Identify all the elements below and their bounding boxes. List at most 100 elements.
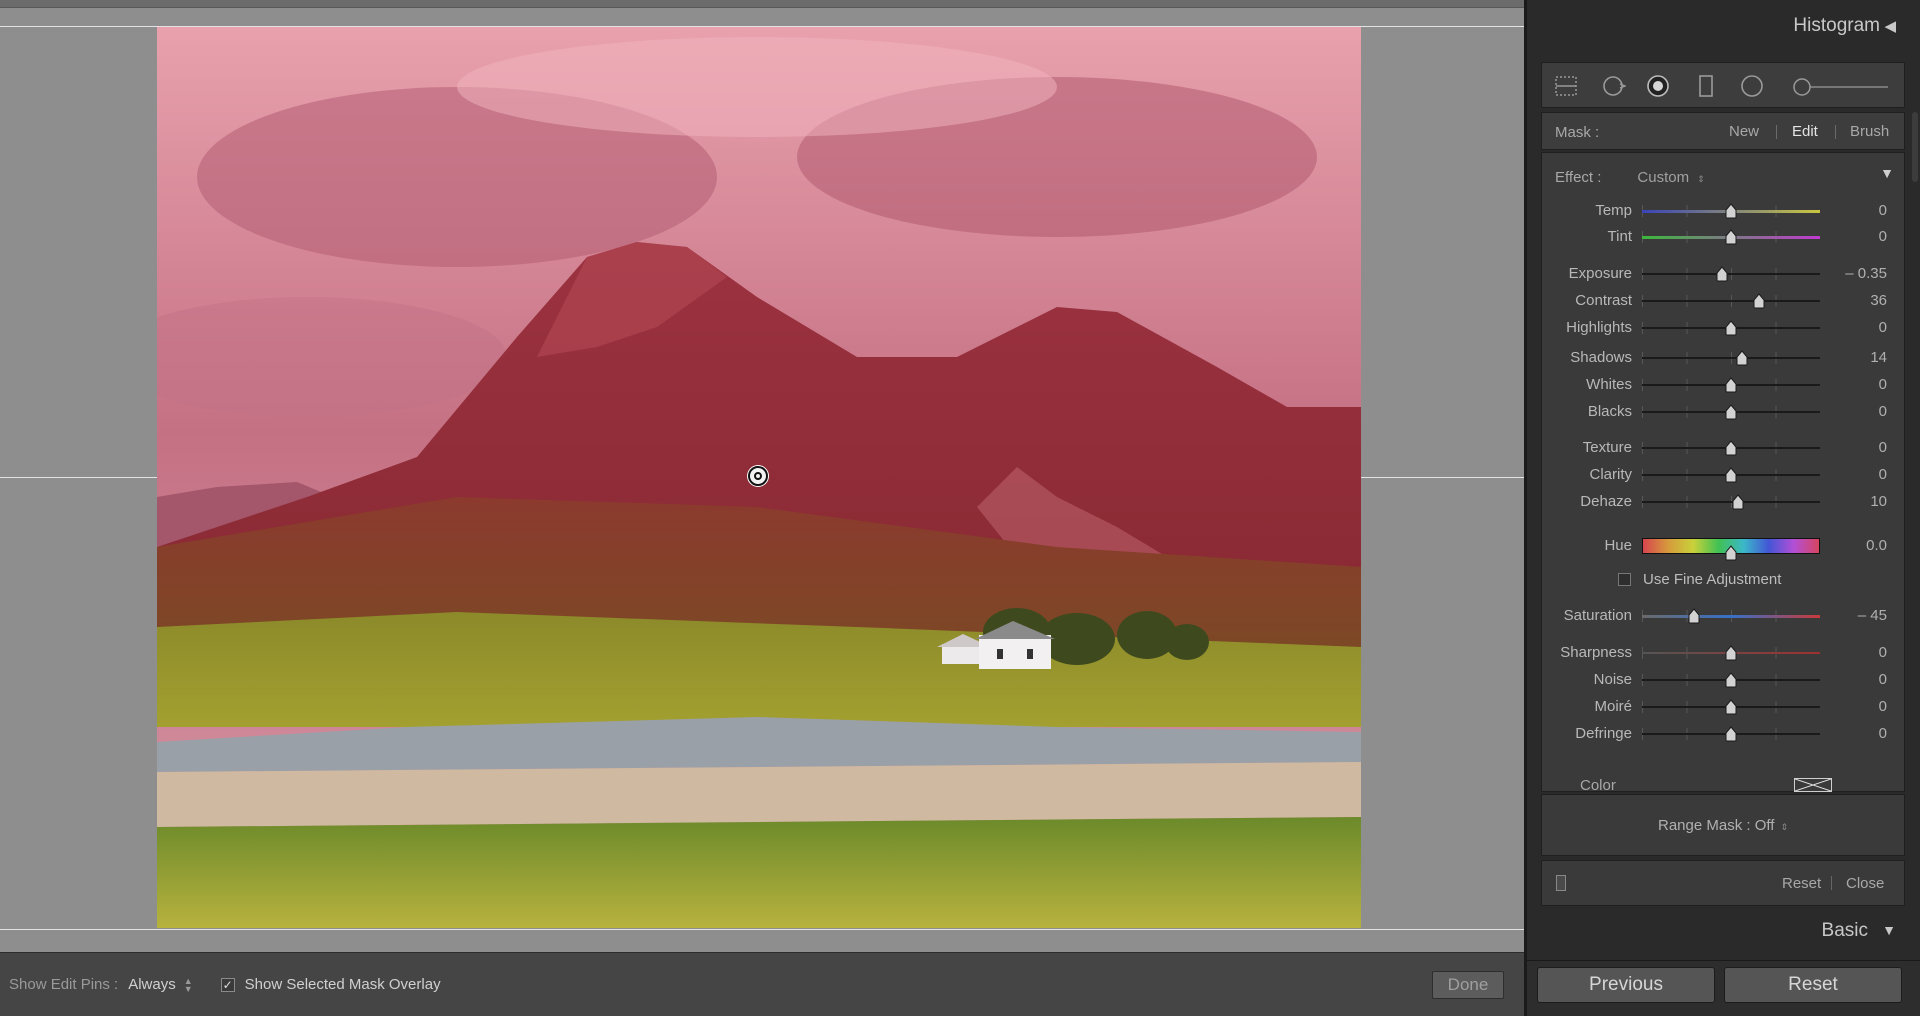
slider-label: Tint (1607, 228, 1632, 245)
panel-scrollbar[interactable] (1912, 112, 1918, 182)
slider-thumb[interactable] (1724, 404, 1738, 420)
histogram-title: Histogram (1793, 15, 1880, 36)
fine-adjustment-checkbox[interactable] (1618, 573, 1631, 586)
show-mask-overlay-label[interactable]: Show Selected Mask Overlay (245, 976, 441, 993)
image-canvas[interactable] (0, 0, 1524, 952)
updown-arrows-icon: ⇕ (1697, 174, 1705, 184)
radial-filter-icon[interactable] (1646, 74, 1670, 98)
slider-value[interactable]: 0 (1879, 228, 1887, 245)
mask-brush-button[interactable]: Brush (1850, 123, 1889, 140)
color-swatch[interactable] (1794, 778, 1832, 792)
basic-title: Basic (1821, 920, 1868, 941)
slider-value[interactable]: 0.0 (1866, 537, 1887, 554)
slider-value[interactable]: 0 (1879, 698, 1887, 715)
slider-thumb[interactable] (1724, 320, 1738, 336)
effect-collapse-icon[interactable]: ▼ (1880, 165, 1894, 181)
slider-value[interactable]: 0 (1879, 319, 1887, 336)
previous-button[interactable]: Previous (1537, 967, 1715, 1003)
slider-thumb[interactable] (1724, 672, 1738, 688)
slider-label: Dehaze (1580, 493, 1632, 510)
slider-row-contrast: Contrast 36 (1542, 290, 1904, 312)
slider-row-tint: Tint 0 (1542, 226, 1904, 248)
mask-edit-pin[interactable] (748, 466, 768, 486)
show-edit-pins-value: Always (128, 976, 176, 993)
slider-thumb[interactable] (1724, 377, 1738, 393)
effect-header[interactable]: Effect : Custom ⇕ (1555, 169, 1705, 186)
done-button[interactable]: Done (1432, 971, 1504, 999)
slider-row-sharpness: Sharpness 0 (1542, 642, 1904, 664)
slider-thumb[interactable] (1724, 203, 1738, 219)
slider-thumb[interactable] (1687, 608, 1701, 624)
effect-panel: Effect : Custom ⇕ ▼ Temp 0 Tint 0 Exposure – 0.… (1541, 152, 1905, 794)
show-edit-pins-label: Show Edit Pins : (9, 976, 119, 993)
brush-size-slider[interactable] (1792, 77, 1892, 97)
effect-preset-value[interactable]: Custom (1637, 169, 1689, 186)
slider-value[interactable]: 10 (1870, 493, 1887, 510)
slider-row-dehaze: Dehaze 10 (1542, 491, 1904, 513)
slider-thumb[interactable] (1724, 440, 1738, 456)
slider-row-blacks: Blacks 0 (1542, 401, 1904, 423)
crop-icon[interactable] (1694, 74, 1718, 98)
slider-value[interactable]: – 0.35 (1845, 265, 1887, 282)
fine-adjustment-label: Use Fine Adjustment (1643, 571, 1782, 588)
slider-thumb[interactable] (1724, 645, 1738, 661)
bottom-toolbar: Show Edit Pins : Always ▲ ▼ ✓ Show Select… (0, 952, 1524, 1016)
effect-toggle-switch[interactable] (1556, 875, 1566, 891)
histogram-header[interactable]: Histogram ◀ (1527, 0, 1920, 52)
show-edit-pins-dropdown[interactable]: Always ▲ ▼ (128, 976, 192, 993)
spot-removal-icon[interactable] (1602, 74, 1626, 98)
slider-thumb[interactable] (1724, 699, 1738, 715)
slider-value[interactable]: 36 (1870, 292, 1887, 309)
range-mask-row[interactable]: Range Mask : Off ⇕ (1541, 794, 1905, 856)
slider-thumb[interactable] (1724, 467, 1738, 483)
slider-label: Whites (1586, 376, 1632, 393)
slider-thumb[interactable] (1715, 266, 1729, 282)
slider-value[interactable]: 14 (1870, 349, 1887, 366)
reset-separator (1831, 876, 1832, 890)
slider-value[interactable]: 0 (1879, 376, 1887, 393)
red-eye-icon[interactable] (1740, 74, 1764, 98)
slider-row-clarity: Clarity 0 (1542, 464, 1904, 486)
slider-thumb[interactable] (1724, 545, 1738, 561)
slider-thumb[interactable] (1724, 229, 1738, 245)
mask-label: Mask : (1555, 124, 1600, 141)
slider-track[interactable] (1642, 300, 1820, 302)
slider-value[interactable]: 0 (1879, 439, 1887, 456)
slider-value[interactable]: 0 (1879, 671, 1887, 688)
show-mask-overlay-checkbox[interactable]: ✓ (220, 977, 235, 992)
slider-thumb[interactable] (1735, 350, 1749, 366)
graduated-filter-icon[interactable] (1554, 74, 1578, 98)
mask-new-button[interactable]: New (1729, 123, 1759, 140)
slider-track[interactable] (1642, 273, 1820, 275)
slider-track[interactable] (1642, 357, 1820, 359)
slider-value[interactable]: 0 (1879, 202, 1887, 219)
slider-value[interactable]: 0 (1879, 466, 1887, 483)
slider-thumb[interactable] (1724, 726, 1738, 742)
slider-value[interactable]: – 45 (1858, 607, 1887, 624)
right-panel: Histogram ◀ Mask : New Edit Brush Effect… (1524, 0, 1920, 1016)
reset-all-button[interactable]: Reset (1724, 967, 1902, 1003)
slider-row-whites: Whites 0 (1542, 374, 1904, 396)
slider-track[interactable] (1642, 615, 1820, 618)
slider-thumb[interactable] (1731, 494, 1745, 510)
slider-value[interactable]: 0 (1879, 725, 1887, 742)
effect-close-button[interactable]: Close (1846, 875, 1884, 892)
effect-reset-button[interactable]: Reset (1782, 875, 1821, 892)
slider-row-noise: Noise 0 (1542, 669, 1904, 691)
fine-adjustment-row[interactable]: Use Fine Adjustment (1618, 571, 1781, 588)
slider-label: Noise (1593, 671, 1632, 688)
panel-bottom-buttons: Previous Reset (1527, 960, 1920, 1016)
slider-row-texture: Texture 0 (1542, 437, 1904, 459)
slider-value[interactable]: 0 (1879, 403, 1887, 420)
basic-panel-header[interactable]: Basic ▼ (1527, 914, 1920, 950)
updown-arrows-icon: ⇕ (1780, 822, 1788, 832)
slider-thumb[interactable] (1752, 293, 1766, 309)
mask-edit-button[interactable]: Edit (1792, 123, 1818, 140)
slider-row-defringe: Defringe 0 (1542, 723, 1904, 745)
graduated-filter-bottom-line[interactable] (0, 929, 1524, 930)
slider-label: Sharpness (1560, 644, 1632, 661)
expand-down-icon[interactable]: ▼ (1882, 922, 1896, 938)
slider-value[interactable]: 0 (1879, 644, 1887, 661)
mask-separator (1835, 125, 1836, 139)
collapse-left-icon[interactable]: ◀ (1884, 17, 1896, 35)
